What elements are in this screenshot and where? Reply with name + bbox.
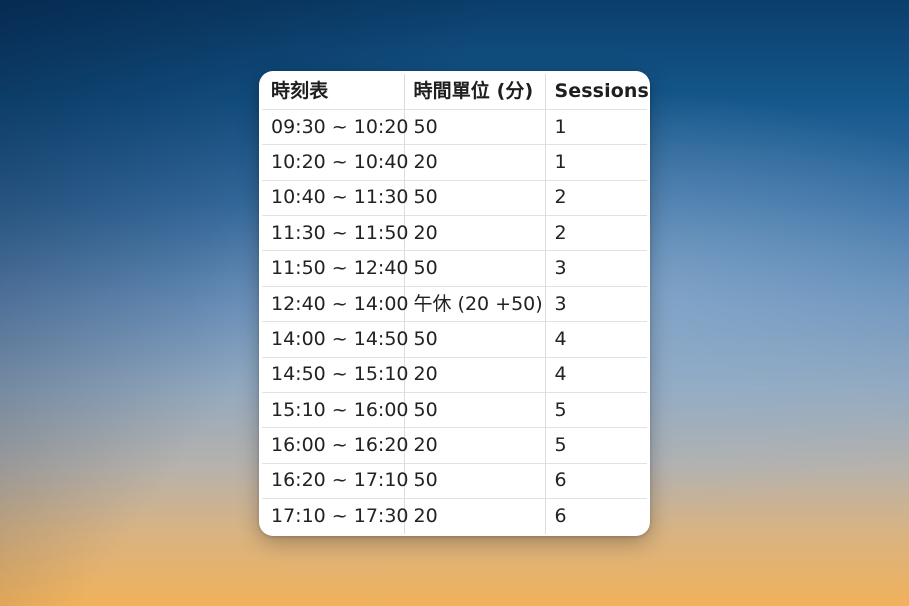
table-row: 14:00 ~ 14:50 50 4: [262, 321, 647, 358]
table-row: 17:10 ~ 17:30 20 6: [262, 498, 647, 535]
time-range-cell: 15:10 ~ 16:00: [262, 392, 409, 429]
duration-cell: 50: [404, 109, 546, 146]
table-row: 15:10 ~ 16:00 50 5: [262, 392, 647, 429]
time-range-cell: 11:30 ~ 11:50: [262, 215, 409, 252]
duration-cell: 20: [404, 144, 546, 181]
session-cell: 6: [554, 505, 567, 528]
duration-cell: 20: [404, 498, 546, 535]
duration-cell: 50: [404, 321, 546, 358]
session-cell: 4: [545, 357, 647, 394]
header-sessions: Sessions: [545, 74, 649, 110]
time-range-cell: 14:00 ~ 14:50: [262, 321, 409, 358]
table-row: 14:50 ~ 15:10 20 4: [262, 357, 647, 394]
session-cell: 1: [545, 144, 647, 181]
table-row: 10:40 ~ 11:30 50 2: [262, 180, 647, 217]
time-range-cell: 12:40 ~ 14:00: [262, 286, 409, 323]
duration-cell: 20: [404, 357, 546, 394]
session-cell: 5: [545, 427, 647, 464]
time-range-cell: 16:20 ~ 17:10: [262, 463, 409, 500]
session-cell: 1: [545, 109, 647, 146]
time-range-cell: 11:50 ~ 12:40: [262, 250, 409, 287]
time-range-cell: 09:30 ~ 10:20: [262, 109, 409, 146]
schedule-card: 時刻表 時間單位 (分) Sessions 09:30 ~ 10:20 50 1…: [259, 71, 650, 536]
time-range-cell: 16:00 ~ 16:20: [262, 427, 409, 464]
header-row: 時刻表 時間單位 (分) Sessions: [262, 74, 649, 110]
table-row: 11:50 ~ 12:40 50 3: [262, 250, 647, 287]
table-row: 16:20 ~ 17:10 50 6: [262, 463, 647, 500]
session-cell: 6: [545, 463, 647, 500]
table-row: 16:00 ~ 16:20 20 5: [262, 427, 647, 464]
schedule-table: 時刻表 時間單位 (分) Sessions 09:30 ~ 10:20 50 1…: [262, 74, 649, 535]
table-row: 10:20 ~ 10:40 20 1: [262, 144, 647, 181]
session-cell: 5: [545, 392, 647, 429]
session-cell: 3: [545, 250, 647, 287]
duration-cell: 20: [404, 427, 546, 464]
duration-cell: 50: [404, 180, 546, 217]
header-time-unit: 時間單位 (分): [404, 74, 546, 110]
session-cell: 3: [545, 286, 647, 323]
duration-cell: 50: [404, 250, 546, 287]
session-cell: 2: [545, 180, 647, 217]
session-cell: 4: [545, 321, 647, 358]
duration-cell: 50: [404, 463, 546, 500]
time-range-cell: 14:50 ~ 15:10: [262, 357, 409, 394]
session-cell: 2: [545, 215, 647, 252]
time-range-cell: 10:20 ~ 10:40: [262, 144, 409, 181]
table-row: 12:40 ~ 14:00 午休 (20 +50) 3: [262, 286, 647, 323]
header-timetable: 時刻表: [262, 74, 405, 110]
duration-cell: 午休 (20 +50): [404, 286, 546, 323]
time-range-cell: 17:10 ~ 17:30: [262, 498, 409, 535]
duration-cell: 50: [404, 392, 546, 429]
table-row: 11:30 ~ 11:50 20 2: [262, 215, 647, 252]
time-range-cell: 10:40 ~ 11:30: [262, 180, 409, 217]
duration-cell: 20: [404, 215, 546, 252]
table-row: 09:30 ~ 10:20 50 1: [262, 109, 647, 146]
